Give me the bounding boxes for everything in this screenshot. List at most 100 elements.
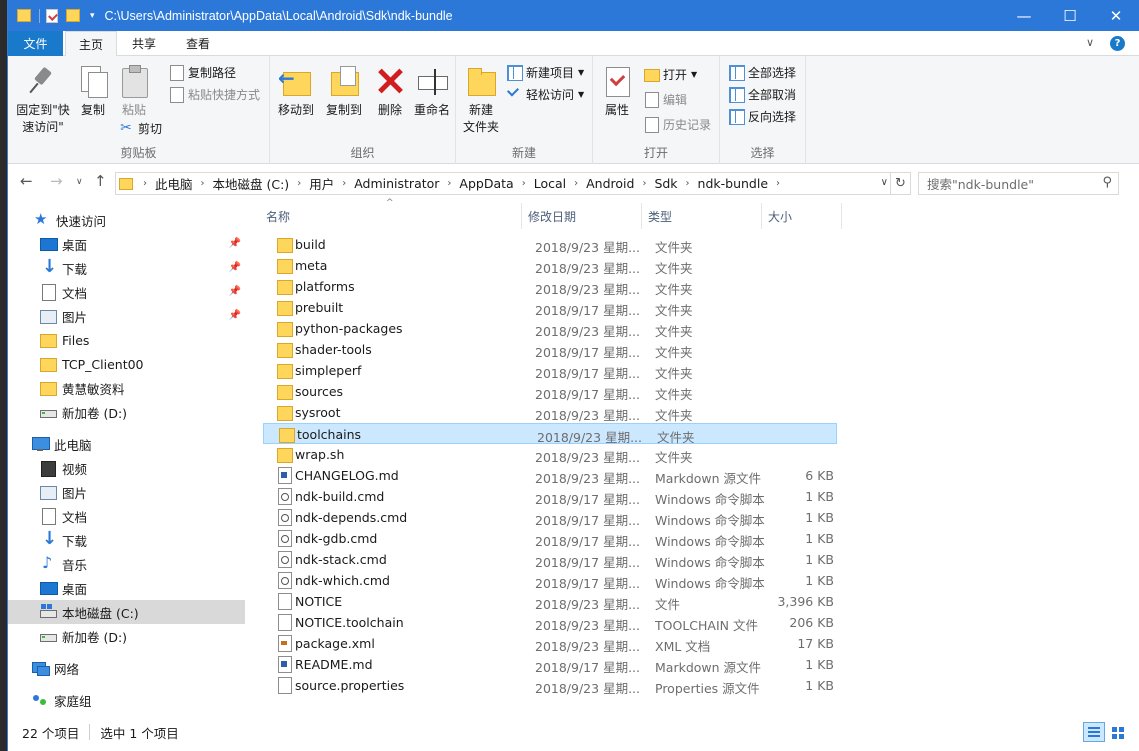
table-row[interactable]: ndk-which.cmd 2018/9/17 星期... Windows 命令脚本… — [262, 570, 837, 591]
delete-button[interactable]: 删除 — [372, 64, 408, 119]
nav-pc-downloads[interactable]: 下载 — [8, 528, 245, 552]
new-item-button[interactable]: 新建项目 ▼ — [506, 62, 584, 82]
nav-homegroup[interactable]: 家庭组 — [8, 688, 245, 712]
column-header-size[interactable]: 大小 — [768, 203, 838, 229]
breadcrumb-separator-icon[interactable]: › — [522, 178, 526, 189]
rename-button[interactable]: 重命名 — [410, 64, 454, 119]
nav-this-pc[interactable]: 此电脑 — [8, 432, 245, 456]
refresh-button[interactable]: ↻ — [891, 172, 911, 195]
nav-pc-volume-d[interactable]: 新加卷 (D:) — [8, 624, 245, 648]
tab-home[interactable]: 主页 — [65, 31, 117, 57]
column-header-name[interactable]: 名称 — [266, 203, 521, 229]
table-row[interactable]: CHANGELOG.md 2018/9/23 星期... Markdown 源文件 6… — [262, 465, 837, 486]
nav-huang-huimin[interactable]: 黄慧敏资料 — [8, 376, 245, 400]
edit-button[interactable]: 编辑 — [643, 89, 687, 109]
table-row[interactable]: platforms 2018/9/23 星期... 文件夹 — [262, 276, 837, 297]
forward-arrow-icon[interactable]: → — [50, 172, 63, 190]
nav-documents[interactable]: 文档 📌 — [8, 280, 245, 304]
nav-pc-documents[interactable]: 文档 — [8, 504, 245, 528]
search-icon[interactable]: ⚲ — [1102, 175, 1112, 190]
nav-videos[interactable]: 视频 — [8, 456, 245, 480]
nav-local-disk-c[interactable]: 本地磁盘 (C:) — [8, 600, 245, 624]
table-row[interactable]: ndk-build.cmd 2018/9/17 星期... Windows 命令脚本… — [262, 486, 837, 507]
table-row[interactable]: ndk-stack.cmd 2018/9/17 星期... Windows 命令脚本… — [262, 549, 837, 570]
tab-view[interactable]: 查看 — [174, 31, 222, 56]
table-row[interactable]: simpleperf 2018/9/17 星期... 文件夹 — [262, 360, 837, 381]
breadcrumb-ndk-bundle[interactable]: ndk-bundle — [698, 176, 768, 191]
table-row[interactable]: NOTICE.toolchain 2018/9/23 星期... TOOLCHAIN… — [262, 612, 837, 633]
table-row[interactable]: ndk-gdb.cmd 2018/9/17 星期... Windows 命令脚本 1 … — [262, 528, 837, 549]
nav-desktop[interactable]: 桌面 📌 — [8, 232, 245, 256]
paste-button[interactable]: 粘贴 — [116, 64, 152, 119]
new-folder-button[interactable]: 新建 文件夹 — [458, 64, 504, 136]
customize-toolbar-chevron-icon[interactable]: ▾ — [90, 11, 95, 21]
nav-quick-access[interactable]: 快速访问 — [8, 208, 245, 232]
up-arrow-icon[interactable]: ↑ — [94, 172, 107, 190]
table-row[interactable]: shader-tools 2018/9/17 星期... 文件夹 — [262, 339, 837, 360]
breadcrumb-appdata[interactable]: AppData — [459, 176, 513, 191]
column-header-type[interactable]: 类型 — [648, 203, 761, 229]
table-row[interactable]: sources 2018/9/17 星期... 文件夹 — [262, 381, 837, 402]
table-row[interactable]: sysroot 2018/9/23 星期... 文件夹 — [262, 402, 837, 423]
breadcrumb-separator-icon[interactable]: › — [143, 178, 147, 189]
help-icon[interactable]: ? — [1110, 36, 1125, 51]
nav-music[interactable]: 音乐 — [8, 552, 245, 576]
table-row[interactable]: toolchains 2018/9/23 星期... 文件夹 — [263, 423, 837, 445]
table-row[interactable]: meta 2018/9/23 星期... 文件夹 — [262, 255, 837, 276]
column-header-date[interactable]: 修改日期 — [528, 203, 646, 229]
column-divider[interactable] — [641, 203, 642, 229]
copy-path-button[interactable]: 复制路径 — [168, 62, 236, 82]
back-arrow-icon[interactable]: ← — [20, 172, 33, 190]
open-button[interactable]: 打开 ▼ — [643, 64, 697, 84]
nav-downloads[interactable]: 下载 📌 — [8, 256, 245, 280]
breadcrumb-separator-icon[interactable]: › — [642, 178, 646, 189]
invert-selection-button[interactable]: 反向选择 — [728, 106, 796, 126]
table-row[interactable]: NOTICE 2018/9/23 星期... 文件 3,396 KB — [262, 591, 837, 612]
cut-button[interactable]: ✂ 剪切 — [118, 118, 162, 138]
table-row[interactable]: wrap.sh 2018/9/23 星期... 文件夹 — [262, 444, 837, 465]
breadcrumb-separator-icon[interactable]: › — [201, 178, 205, 189]
nav-files[interactable]: Files — [8, 328, 245, 352]
breadcrumb-this-pc[interactable]: 此电脑 — [155, 174, 193, 193]
pin-to-quick-access-button[interactable]: 固定到"快速访问" — [14, 64, 72, 136]
breadcrumb-separator-icon[interactable]: › — [297, 178, 301, 189]
breadcrumb-administrator[interactable]: Administrator — [354, 176, 439, 191]
large-icons-view-icon[interactable] — [1107, 722, 1129, 742]
search-input[interactable]: 搜索"ndk-bundle" ⚲ — [918, 172, 1119, 195]
breadcrumb-separator-icon[interactable]: › — [776, 178, 780, 189]
close-button[interactable]: ✕ — [1093, 0, 1139, 31]
nav-tcp-client00[interactable]: TCP_Client00 — [8, 352, 245, 376]
breadcrumb-separator-icon[interactable]: › — [686, 178, 690, 189]
table-row[interactable]: build 2018/9/23 星期... 文件夹 — [262, 234, 837, 255]
breadcrumb-separator-icon[interactable]: › — [447, 178, 451, 189]
address-history-chevron-down-icon[interactable]: ∨ — [881, 177, 888, 188]
table-row[interactable]: ndk-depends.cmd 2018/9/17 星期... Windows 命令… — [262, 507, 837, 528]
paste-shortcut-button[interactable]: 粘贴快捷方式 — [168, 84, 260, 104]
details-view-icon[interactable] — [1083, 722, 1105, 742]
breadcrumb-sdk[interactable]: Sdk — [654, 176, 677, 191]
collapse-ribbon-chevron-icon[interactable]: ∨ — [1086, 36, 1094, 51]
history-button[interactable]: 历史记录 — [643, 114, 711, 134]
select-all-button[interactable]: 全部选择 — [728, 62, 796, 82]
breadcrumb-local[interactable]: Local — [534, 176, 566, 191]
copy-button[interactable]: 复制 — [76, 64, 110, 119]
breadcrumb-android[interactable]: Android — [586, 176, 634, 191]
tab-file[interactable]: 文件 — [8, 31, 63, 56]
properties-button[interactable]: 属性 — [599, 64, 635, 119]
nav-pc-pictures[interactable]: 图片 — [8, 480, 245, 504]
table-row[interactable]: package.xml 2018/9/23 星期... XML 文档 17 KB — [262, 633, 837, 654]
column-divider[interactable] — [761, 203, 762, 229]
breadcrumb-separator-icon[interactable]: › — [342, 178, 346, 189]
nav-pc-desktop[interactable]: 桌面 — [8, 576, 245, 600]
nav-network[interactable]: 网络 — [8, 656, 245, 680]
easy-access-button[interactable]: 轻松访问 ▼ — [506, 84, 584, 104]
copy-to-button[interactable]: 复制到 — [322, 64, 366, 119]
nav-volume-d[interactable]: 新加卷 (D:) — [8, 400, 245, 424]
maximize-button[interactable]: ☐ — [1047, 0, 1093, 31]
breadcrumb-users[interactable]: 用户 — [309, 174, 334, 193]
table-row[interactable]: README.md 2018/9/17 星期... Markdown 源文件 1 KB — [262, 654, 837, 675]
tab-share[interactable]: 共享 — [120, 31, 168, 56]
address-bar[interactable]: › 此电脑 › 本地磁盘 (C:) › 用户 › Administrator ›… — [115, 172, 891, 195]
new-folder-icon[interactable] — [66, 9, 80, 22]
nav-pictures[interactable]: 图片 📌 — [8, 304, 245, 328]
